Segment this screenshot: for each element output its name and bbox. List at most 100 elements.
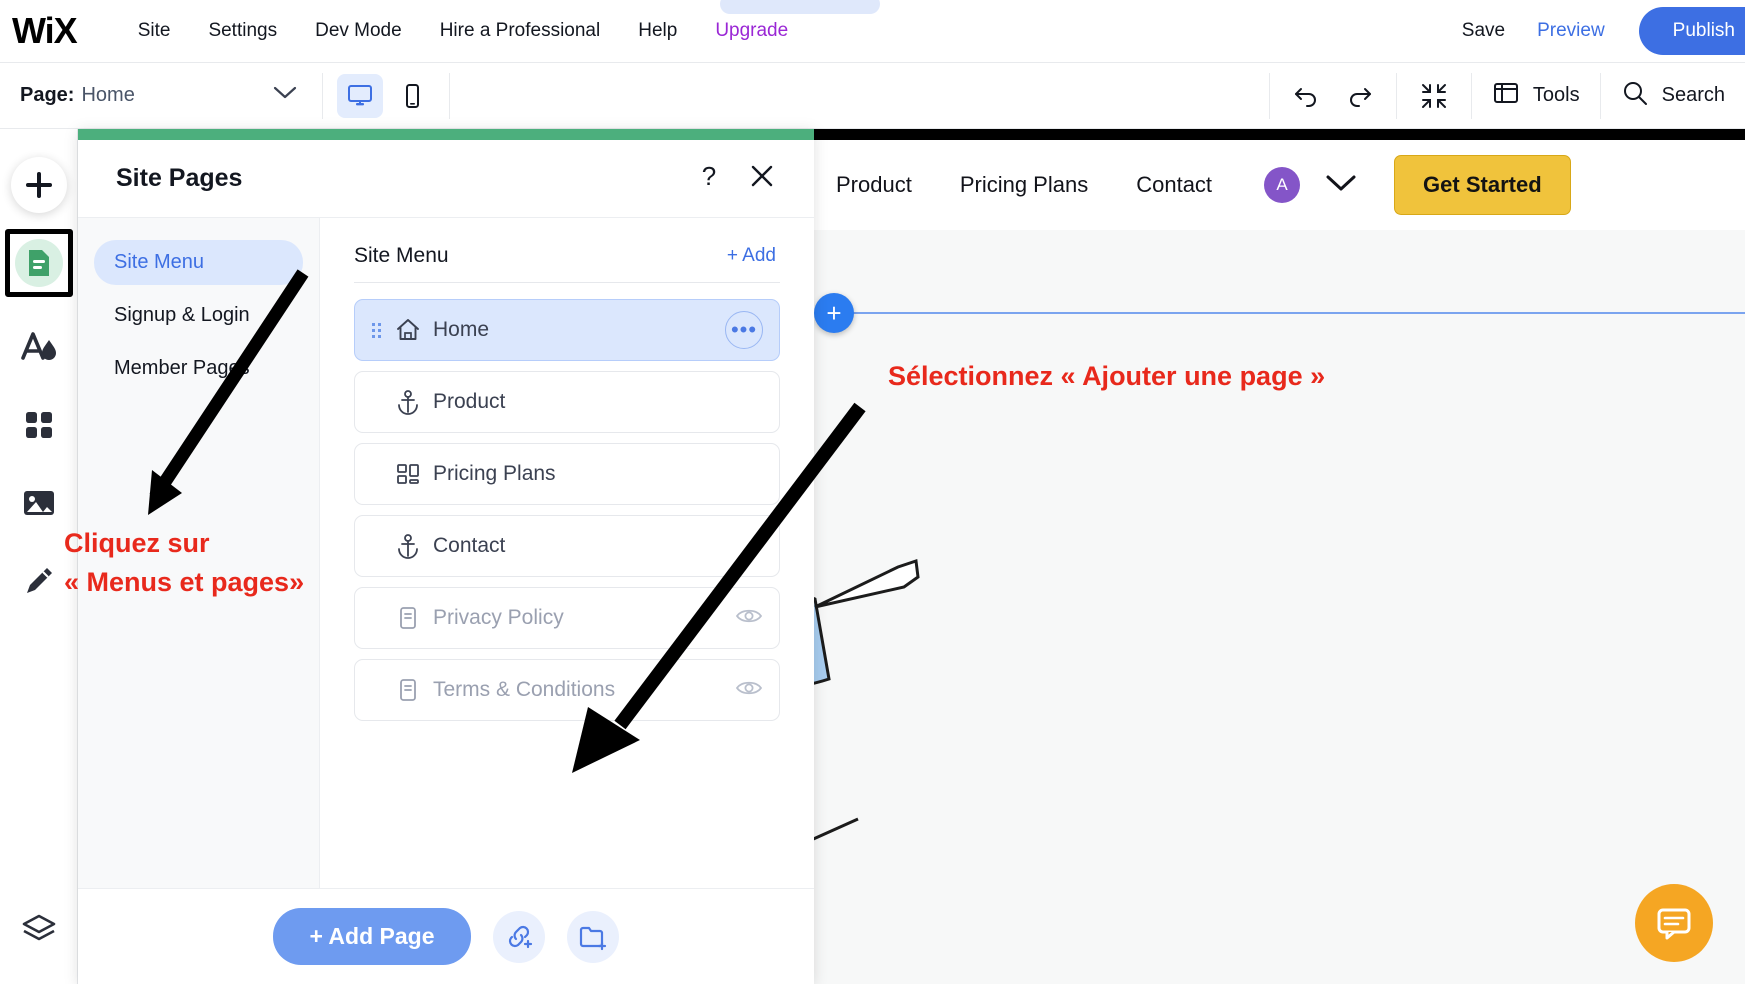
help-icon[interactable]: ? <box>696 162 722 195</box>
tools-label: Tools <box>1533 84 1580 107</box>
editor-toolbar: Page: Home <box>0 63 1745 129</box>
site-nav-item-contact[interactable]: Contact <box>1112 172 1236 198</box>
sidebar-item-site-design[interactable] <box>11 319 67 375</box>
tab-member-pages[interactable]: Member Pages <box>94 346 303 391</box>
pages-icon <box>15 239 63 287</box>
sidebar-item-media[interactable] <box>11 475 67 531</box>
history-group <box>1270 63 1396 129</box>
page-label: Pricing Plans <box>433 462 556 486</box>
page-more-options-button[interactable]: ••• <box>725 311 763 349</box>
hidden-page-eye-icon[interactable] <box>735 677 763 704</box>
search-group: Search <box>1601 63 1745 129</box>
pages-list-header: Site Menu + Add <box>320 218 814 282</box>
preview-button[interactable]: Preview <box>1537 20 1605 42</box>
top-nav-item-site[interactable]: Site <box>119 20 190 42</box>
add-section-button[interactable]: + <box>814 293 854 333</box>
canvas-top-strip <box>812 129 1745 140</box>
page-row-contact[interactable]: Contact <box>354 515 780 577</box>
get-started-button[interactable]: Get Started <box>1394 155 1571 215</box>
layers-icon <box>21 913 57 945</box>
avatar[interactable]: A <box>1264 167 1300 203</box>
tools-button[interactable]: Tools <box>1492 80 1580 112</box>
search-button[interactable]: Search <box>1621 79 1725 113</box>
pages-list-title: Site Menu <box>354 244 449 268</box>
pen-icon <box>23 565 55 597</box>
mobile-view-button[interactable] <box>389 74 435 118</box>
tools-group: Tools <box>1472 63 1600 129</box>
page-row-privacy-policy[interactable]: Privacy Policy <box>354 587 780 649</box>
page-row-terms-and-conditions[interactable]: Terms & Conditions <box>354 659 780 721</box>
top-nav: Site Settings Dev Mode Hire a Profession… <box>119 20 808 42</box>
tab-signup-and-login[interactable]: Signup & Login <box>94 293 303 338</box>
svg-text:?: ? <box>702 162 716 190</box>
undo-icon[interactable] <box>1290 74 1324 118</box>
section-divider-line <box>838 312 1745 314</box>
drag-handle-icon[interactable] <box>371 320 385 340</box>
top-bar: WiX Site Settings Dev Mode Hire a Profes… <box>0 0 1745 63</box>
zoom-group <box>1397 63 1471 129</box>
page-label: Contact <box>433 534 505 558</box>
grid-icon <box>391 461 425 487</box>
hint-chip <box>720 0 880 14</box>
add-page-button[interactable]: + Add Page <box>273 908 470 965</box>
desktop-view-button[interactable] <box>337 74 383 118</box>
panel-tabs: Site Menu Signup & Login Member Pages <box>78 218 320 888</box>
toolbar-divider-2 <box>449 73 450 119</box>
add-menu-item-button[interactable]: + Add <box>727 245 776 267</box>
add-link-icon[interactable] <box>493 911 545 963</box>
plus-icon <box>24 170 54 200</box>
add-folder-icon[interactable] <box>567 911 619 963</box>
page-selector[interactable]: Page: Home <box>0 63 322 129</box>
document-icon <box>391 605 425 631</box>
sidebar-item-add-apps[interactable] <box>11 397 67 453</box>
top-nav-item-dev-mode[interactable]: Dev Mode <box>296 20 421 42</box>
sidebar-item-blog[interactable] <box>11 553 67 609</box>
page-row-product[interactable]: Product <box>354 371 780 433</box>
page-row-home[interactable]: Home ••• <box>354 299 780 361</box>
anchor-icon <box>391 533 425 559</box>
page-label: Product <box>433 390 505 414</box>
save-button[interactable]: Save <box>1462 20 1505 42</box>
page-label: Privacy Policy <box>433 606 564 630</box>
pages-list: Home ••• Product <box>320 283 814 888</box>
page-label: Terms & Conditions <box>433 678 615 702</box>
viewport-switcher <box>323 74 449 118</box>
apps-grid-icon <box>23 409 55 441</box>
publish-button[interactable]: Publish <box>1639 7 1745 55</box>
page-selector-label: Page: <box>20 84 74 107</box>
site-pages-panel: Site Pages ? Site Menu Signup & Login Me… <box>78 129 814 984</box>
toolbar-right: Tools Search <box>1269 63 1745 129</box>
search-label: Search <box>1662 84 1725 107</box>
chat-button[interactable] <box>1635 884 1713 962</box>
zoom-out-icon[interactable] <box>1417 74 1451 118</box>
chevron-down-icon[interactable] <box>1324 172 1358 199</box>
page-selector-value: Home <box>81 84 134 107</box>
chevron-down-icon <box>272 85 298 106</box>
home-icon <box>391 317 425 343</box>
tab-site-menu[interactable]: Site Menu <box>94 240 303 285</box>
panel-footer: + Add Page <box>78 888 814 984</box>
left-rail <box>0 129 78 984</box>
hidden-page-eye-icon[interactable] <box>735 605 763 632</box>
panel-body: Site Menu Signup & Login Member Pages Si… <box>78 218 814 888</box>
page-row-pricing-plans[interactable]: Pricing Plans <box>354 443 780 505</box>
wix-logo[interactable]: WiX <box>12 13 77 49</box>
page-title: Site Pages <box>116 164 242 193</box>
top-nav-item-upgrade[interactable]: Upgrade <box>696 20 807 42</box>
site-header: Product Pricing Plans Contact A Get Star… <box>812 140 1745 230</box>
theme-icon <box>19 330 59 364</box>
sidebar-item-layers[interactable] <box>21 913 57 950</box>
panel-accent-bar <box>78 129 814 140</box>
panel-layout-icon <box>1492 80 1520 112</box>
page-label: Home <box>433 318 489 342</box>
sidebar-item-menus-and-pages[interactable] <box>5 229 73 297</box>
site-nav-item-pricing-plans[interactable]: Pricing Plans <box>936 172 1112 198</box>
redo-icon[interactable] <box>1342 74 1376 118</box>
close-icon[interactable] <box>748 162 776 195</box>
add-elements-button[interactable] <box>11 157 67 213</box>
document-icon <box>391 677 425 703</box>
top-nav-item-settings[interactable]: Settings <box>189 20 296 42</box>
site-nav-item-product[interactable]: Product <box>812 172 936 198</box>
top-nav-item-hire-a-professional[interactable]: Hire a Professional <box>421 20 620 42</box>
top-nav-item-help[interactable]: Help <box>619 20 696 42</box>
